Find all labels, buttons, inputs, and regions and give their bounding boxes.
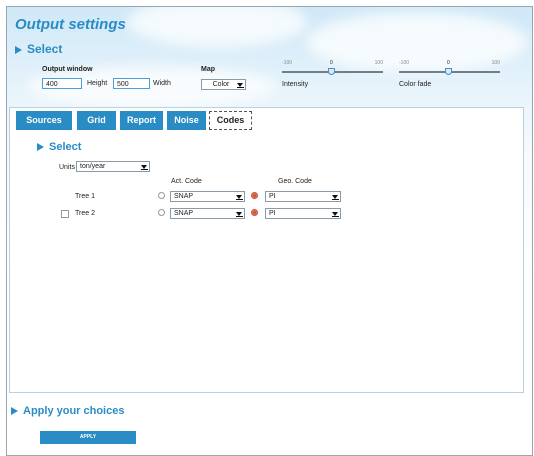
geo-code-radio-tree-2[interactable]: [251, 209, 258, 216]
act-code-value: SNAP: [174, 193, 194, 200]
output-window-label: Output window: [42, 66, 93, 73]
width-input[interactable]: 500: [113, 78, 150, 89]
apply-section-label: Apply your choices: [23, 405, 125, 417]
color-fade-max: 100: [491, 60, 500, 66]
geo-code-select-tree-1[interactable]: PI: [265, 191, 341, 202]
apply-section-heading: Apply your choices: [11, 405, 124, 417]
act-code-radio-tree-2[interactable]: [158, 209, 165, 216]
color-fade-min: -100: [399, 60, 410, 66]
act-code-header: Act. Code: [171, 178, 202, 185]
section-arrow-icon: [37, 143, 44, 152]
color-fade-label: Color fade: [399, 81, 432, 88]
section-arrow-icon: [15, 45, 22, 54]
color-fade-thumb[interactable]: [445, 68, 452, 75]
geo-code-value: PI: [269, 210, 276, 217]
intensity-thumb[interactable]: [328, 68, 335, 75]
tree-1-label: Tree 1: [75, 193, 95, 200]
select-section-label: Select: [27, 42, 63, 56]
height-input[interactable]: 400: [42, 78, 82, 89]
section-arrow-icon: [11, 407, 18, 416]
color-fade-mid: 0: [447, 60, 450, 66]
act-code-radio-tree-1[interactable]: [158, 192, 165, 199]
tab-codes[interactable]: Codes: [209, 111, 252, 130]
tab-noise[interactable]: Noise: [167, 111, 206, 130]
codes-select-heading: Select: [37, 141, 81, 153]
color-fade-slider[interactable]: -100 0 100: [399, 60, 500, 78]
dropdown-underline: [332, 216, 339, 217]
dropdown-underline: [237, 87, 244, 88]
tab-sources[interactable]: Sources: [16, 111, 72, 130]
geo-code-select-tree-2[interactable]: PI: [265, 208, 341, 219]
map-select[interactable]: Color: [201, 79, 246, 90]
intensity-min: -100: [282, 60, 293, 66]
page-title: Output settings: [15, 16, 126, 33]
units-select-value: ton/year: [80, 163, 106, 170]
apply-button[interactable]: APPLY: [40, 431, 136, 444]
tab-grid[interactable]: Grid: [77, 111, 116, 130]
map-select-value: Color: [212, 81, 230, 88]
intensity-slider[interactable]: -100 0 100: [282, 60, 383, 78]
select-section-heading: Select: [15, 42, 62, 56]
tab-report[interactable]: Report: [120, 111, 163, 130]
height-label: Height: [87, 80, 108, 87]
dropdown-underline: [141, 169, 148, 170]
codes-select-label: Select: [49, 141, 82, 153]
dropdown-underline: [236, 216, 243, 217]
units-select[interactable]: ton/year: [76, 161, 150, 172]
units-label: Units: [59, 164, 75, 171]
map-label: Map: [201, 66, 215, 73]
geo-code-radio-tree-1[interactable]: [251, 192, 258, 199]
act-code-value: SNAP: [174, 210, 194, 217]
intensity-max: 100: [374, 60, 383, 66]
tree-2-checkbox[interactable]: [61, 210, 69, 218]
codes-panel: [9, 107, 524, 393]
act-code-select-tree-1[interactable]: SNAP: [170, 191, 245, 202]
geo-code-value: PI: [269, 193, 276, 200]
tree-2-label: Tree 2: [75, 210, 95, 217]
geo-code-header: Geo. Code: [278, 178, 312, 185]
act-code-select-tree-2[interactable]: SNAP: [170, 208, 245, 219]
dropdown-underline: [236, 199, 243, 200]
width-label: Width: [153, 80, 171, 87]
intensity-mid: 0: [330, 60, 333, 66]
dropdown-underline: [332, 199, 339, 200]
sky-cloud: [127, 7, 307, 47]
intensity-label: Intensity: [282, 81, 309, 88]
